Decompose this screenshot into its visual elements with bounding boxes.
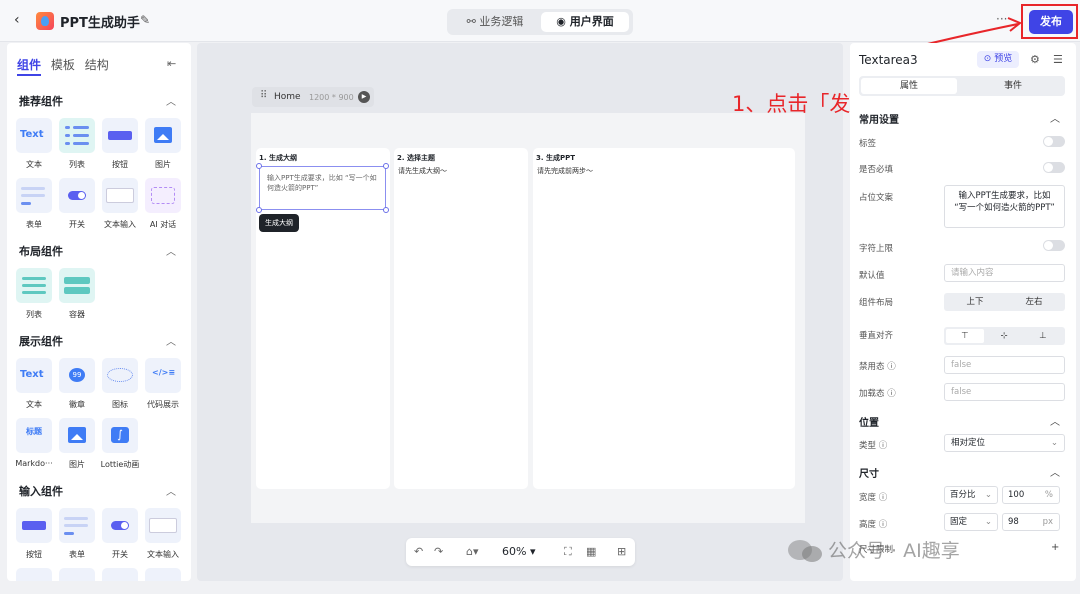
section-common: 常用设置 — [859, 115, 899, 126]
width-input[interactable]: 100% — [1002, 486, 1060, 504]
maxlen-label: 字符上限 — [859, 244, 894, 254]
maxlen-toggle[interactable] — [1043, 240, 1065, 251]
layout-vertical[interactable]: 上下 — [946, 295, 1004, 309]
layout-segment: 上下 左右 — [944, 293, 1065, 311]
component-name[interactable]: Textarea3 — [859, 53, 918, 67]
width-mode-select[interactable]: 百分比 ⌄ — [944, 486, 998, 504]
valign-label: 垂直对齐 — [859, 331, 894, 341]
height-mode-select[interactable]: 固定 ⌄ — [944, 513, 998, 531]
property-tabs: 属性 事件 — [859, 76, 1065, 96]
placeholder-input[interactable]: 输入PPT生成要求，比如 “写一个如何造火箭的PPT” — [944, 185, 1065, 228]
default-label: 默认值 — [859, 271, 885, 281]
chevron-up-icon[interactable]: ︿ — [1050, 413, 1060, 428]
chevron-up-icon[interactable]: ︿ — [1050, 110, 1060, 125]
outline-icon[interactable]: ☰ — [1053, 53, 1063, 66]
properties-panel: Textarea3 ⊙ 预览 ⚙ ☰ 属性 事件 常用设置 ︿ 标签 是否必填 … — [850, 43, 1076, 581]
loading-label: 加载态 ⓘ — [859, 389, 896, 399]
valign-segment: ⊤ ⊹ ⊥ — [944, 327, 1065, 345]
align-bottom-icon[interactable]: ⊥ — [1024, 329, 1062, 343]
position-type-select[interactable]: 相对定位 ⌄ — [944, 434, 1065, 452]
chevron-up-icon[interactable]: ︿ — [1050, 464, 1060, 479]
disabled-label: 禁用态 ⓘ — [859, 362, 896, 372]
required-toggle[interactable] — [1043, 162, 1065, 173]
required-label: 是否必填 — [859, 165, 894, 175]
default-value-input[interactable]: 请输入内容 — [944, 264, 1065, 282]
disabled-input[interactable]: false — [944, 356, 1065, 374]
layout-horizontal[interactable]: 左右 — [1005, 295, 1063, 309]
plus-icon[interactable]: + — [1051, 542, 1059, 553]
label-toggle[interactable] — [1043, 136, 1065, 147]
width-label: 宽度 ⓘ — [859, 493, 888, 503]
align-top-icon[interactable]: ⊤ — [946, 329, 984, 343]
wechat-icon — [788, 540, 822, 562]
gear-icon[interactable]: ⚙ — [1030, 53, 1040, 66]
label-label: 标签 — [859, 139, 877, 149]
height-label: 高度 ⓘ — [859, 520, 888, 530]
align-middle-icon[interactable]: ⊹ — [985, 329, 1023, 343]
layout-label: 组件布局 — [859, 298, 894, 308]
placeholder-label: 占位文案 — [859, 193, 894, 203]
tab-events[interactable]: 事件 — [965, 78, 1061, 94]
preview-button[interactable]: ⊙ 预览 — [977, 51, 1019, 68]
section-size: 尺寸 — [859, 469, 879, 480]
loading-input[interactable]: false — [944, 383, 1065, 401]
section-position: 位置 — [859, 418, 879, 429]
height-input[interactable]: 98 px — [1002, 513, 1060, 531]
tab-properties[interactable]: 属性 — [861, 78, 957, 94]
position-type-label: 类型 ⓘ — [859, 441, 888, 451]
